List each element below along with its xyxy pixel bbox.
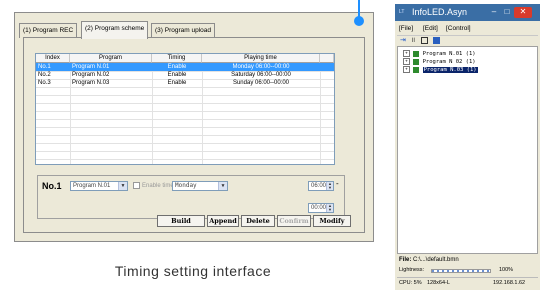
close-icon[interactable]: ✕ bbox=[514, 7, 532, 18]
grid-line bbox=[36, 95, 334, 96]
table-cell-playing-time[interactable]: Saturday 06:00--00:00 bbox=[202, 71, 320, 79]
grid-line bbox=[36, 151, 334, 152]
grid-line bbox=[36, 127, 334, 128]
image-icon[interactable] bbox=[433, 37, 440, 44]
file-label: File: bbox=[399, 257, 412, 263]
lightness-label: Lightness: bbox=[399, 267, 425, 273]
app-logo: LT bbox=[399, 9, 405, 15]
grid-line bbox=[36, 103, 334, 104]
lightness-slider[interactable] bbox=[431, 269, 491, 273]
program-scheme-dialog: (1) Program REC (2) Program scheme (3) P… bbox=[14, 12, 374, 242]
infoled-window: LT InfoLED.Asyn – □ ✕ [File] [Edit] [Con… bbox=[395, 4, 540, 290]
tree-item[interactable]: + Program N.01 (1) bbox=[403, 50, 533, 58]
resolution-status: 128x64-L bbox=[427, 280, 450, 286]
program-select-value: Program N.01 bbox=[73, 183, 111, 189]
selected-index-label: No.1 bbox=[42, 181, 62, 191]
chevron-down-icon[interactable]: ▼ bbox=[218, 182, 227, 190]
maximize-icon[interactable]: □ bbox=[501, 7, 513, 18]
program-tree bbox=[397, 46, 538, 254]
menu-file[interactable]: [File] bbox=[399, 24, 413, 33]
grid-line bbox=[36, 159, 334, 160]
expand-icon[interactable]: + bbox=[403, 66, 410, 73]
grid-line bbox=[36, 111, 334, 112]
file-status: File: C:\...\default.bmn bbox=[399, 256, 459, 265]
table-cell-timing[interactable]: Enable bbox=[152, 63, 202, 71]
column-header-program[interactable]: Program bbox=[70, 54, 152, 63]
program-icon bbox=[413, 50, 420, 57]
enable-time-label: Enable time bbox=[142, 183, 174, 189]
table-cell-program[interactable]: Program N.03 bbox=[72, 79, 152, 87]
tree-item-selected[interactable]: + Program N.03 (1) bbox=[403, 66, 533, 74]
table-cell-playing-time[interactable]: Monday 06:00--00:00 bbox=[202, 63, 320, 71]
column-header-blank bbox=[320, 54, 334, 63]
time-range-dash: - bbox=[336, 179, 339, 188]
tab-program-scheme[interactable]: (2) Program scheme bbox=[81, 21, 149, 39]
expand-icon[interactable]: + bbox=[403, 50, 410, 57]
column-header-playing-time[interactable]: Playing time bbox=[202, 54, 320, 63]
table-cell-index[interactable]: No.1 bbox=[38, 63, 70, 71]
tree-item-label: Program N 02 (1) bbox=[422, 59, 476, 65]
window-titlebar[interactable]: LT InfoLED.Asyn – □ ✕ bbox=[395, 4, 540, 21]
tree-item-label: Program N.01 (1) bbox=[422, 51, 476, 57]
day-select[interactable]: Monday ▼ bbox=[172, 181, 228, 191]
cpu-status: CPU: 5% bbox=[399, 280, 422, 286]
start-time-input[interactable]: 06:00 ▲ ▼ bbox=[308, 181, 334, 191]
table-cell-index[interactable]: No.2 bbox=[38, 71, 70, 79]
table-cell-timing[interactable]: Enable bbox=[152, 71, 202, 79]
spinner-icon[interactable]: ▲ ▼ bbox=[326, 204, 333, 212]
spinner-icon[interactable]: ▲ ▼ bbox=[326, 182, 333, 190]
file-path: C:\...\default.bmn bbox=[413, 257, 459, 263]
program-icon bbox=[413, 58, 420, 65]
end-time-value: 00:00 bbox=[311, 205, 327, 211]
column-header-timing[interactable]: Timing bbox=[152, 54, 202, 63]
column-header-index[interactable]: Index bbox=[36, 54, 70, 63]
figure-caption: Timing setting interface bbox=[114, 263, 272, 279]
menu-edit[interactable]: [Edit] bbox=[423, 24, 438, 33]
menu-control[interactable]: [Control] bbox=[446, 24, 471, 33]
expand-icon[interactable]: + bbox=[403, 58, 410, 65]
callout-dot bbox=[354, 16, 364, 26]
grid-line bbox=[36, 87, 334, 88]
tab-program-rec[interactable]: (1) Program REC bbox=[19, 23, 78, 38]
tab-program-upload[interactable]: (3) Program upload bbox=[151, 23, 215, 38]
minimize-icon[interactable]: – bbox=[488, 7, 500, 18]
table-cell-program[interactable]: Program N.01 bbox=[72, 63, 152, 71]
program-table: Index Program Timing Playing time No.1 P… bbox=[35, 53, 335, 165]
program-select[interactable]: Program N.01 ▼ bbox=[70, 181, 128, 191]
modify-button[interactable]: Modify bbox=[313, 215, 351, 227]
confirm-button[interactable]: Confirm bbox=[277, 215, 311, 227]
grid-line bbox=[36, 143, 334, 144]
day-select-value: Monday bbox=[175, 182, 197, 189]
end-time-input[interactable]: 00:00 ▲ ▼ bbox=[308, 203, 334, 213]
send-icon[interactable]: ⇥ bbox=[400, 36, 406, 46]
scheme-edit-group: No.1 Program N.01 ▼ Enable time Monday ▼… bbox=[37, 175, 345, 219]
build-button[interactable]: Build bbox=[157, 215, 205, 227]
tree-item[interactable]: + Program N 02 (1) bbox=[403, 58, 533, 66]
table-cell-program[interactable]: Program N.02 bbox=[72, 71, 152, 79]
window-title: InfoLED.Asyn bbox=[412, 7, 468, 17]
append-button[interactable]: Append bbox=[207, 215, 239, 227]
enable-time-checkbox[interactable] bbox=[133, 182, 140, 189]
status-bar: CPU: 5% 128x64-L 192.168.1.62 bbox=[397, 277, 538, 288]
grid-icon[interactable] bbox=[421, 37, 428, 44]
program-icon bbox=[413, 66, 420, 73]
tree-item-label: Program N.03 (1) bbox=[422, 67, 478, 73]
delete-button[interactable]: Delete bbox=[241, 215, 275, 227]
grid-line bbox=[36, 119, 334, 120]
table-cell-playing-time[interactable]: Sunday 06:00--00:00 bbox=[202, 79, 320, 87]
grid-line bbox=[36, 135, 334, 136]
ip-status: 192.168.1.62 bbox=[493, 280, 526, 286]
table-cell-timing[interactable]: Enable bbox=[152, 79, 202, 87]
chevron-down-icon[interactable]: ▼ bbox=[118, 182, 127, 190]
pause-icon[interactable]: ॥ bbox=[411, 36, 415, 46]
start-time-value: 06:00 bbox=[311, 183, 327, 189]
table-cell-index[interactable]: No.3 bbox=[38, 79, 70, 87]
lightness-value: 100% bbox=[499, 267, 514, 273]
